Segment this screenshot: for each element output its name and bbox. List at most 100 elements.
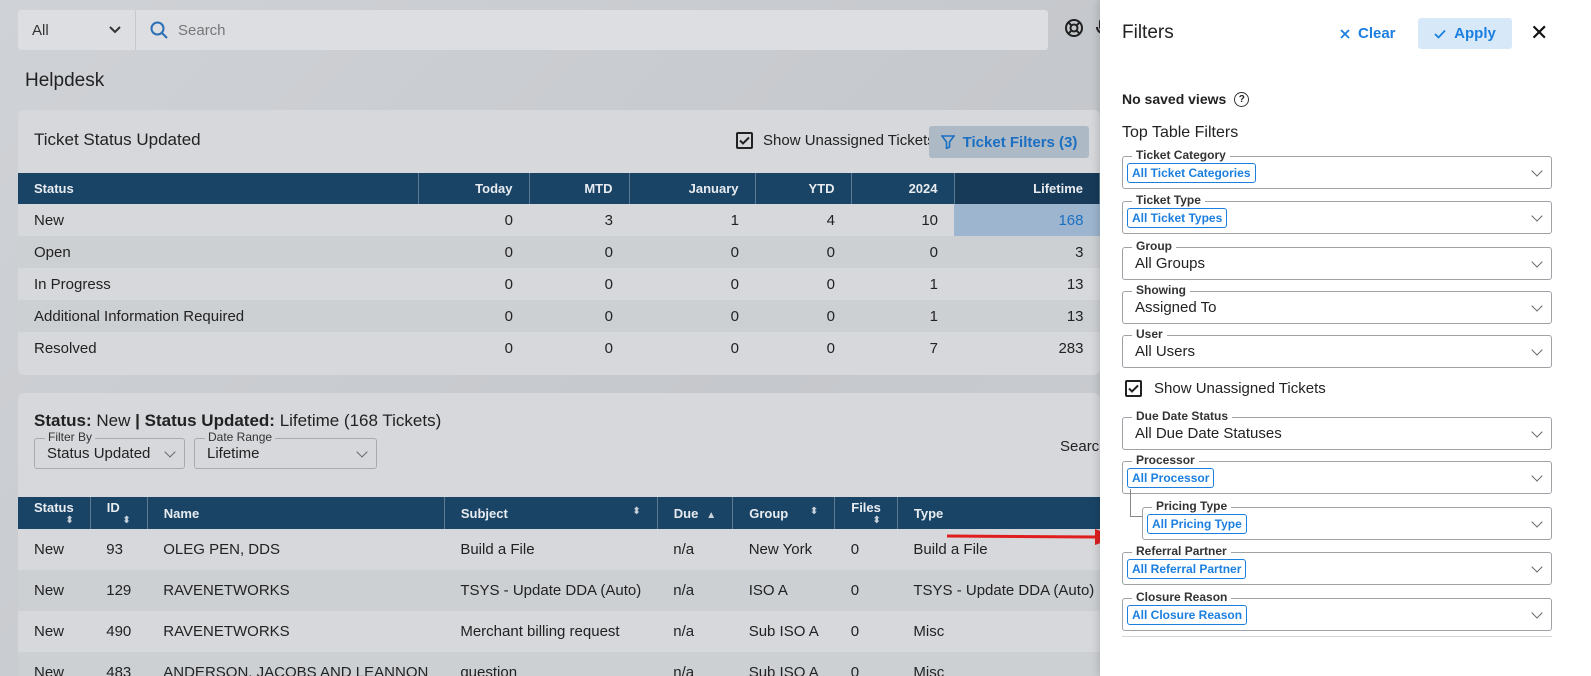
group-select[interactable]: Group All Groups [1122,239,1552,280]
count-cell[interactable]: 0 [529,300,629,332]
closure-reason-select[interactable]: Closure Reason All Closure Reason [1122,590,1552,631]
count-cell[interactable]: 0 [851,236,954,268]
column-header-name[interactable]: Name [147,497,445,529]
count-cell[interactable]: 0 [629,268,755,300]
column-header-lifetime[interactable]: Lifetime [954,173,1100,204]
count-cell[interactable]: 3 [529,204,629,236]
table-row[interactable]: New 129 RAVENETWORKS TSYS - Update DDA (… [18,570,1100,611]
due-date-status-select[interactable]: Due Date Status All Due Date Statuses [1122,409,1552,450]
clear-button[interactable]: Clear [1336,18,1400,49]
count-cell[interactable]: 0 [529,236,629,268]
count-cell[interactable]: 1 [851,268,954,300]
count-cell[interactable]: 0 [755,236,851,268]
count-cell[interactable]: 0 [755,300,851,332]
cell-due: n/a [673,623,695,640]
count-cell[interactable]: 0 [418,204,529,236]
help-icon[interactable]: ? [1234,91,1250,107]
ticket-category-chip: All Ticket Categories [1127,162,1256,183]
column-header-status[interactable]: Status [18,173,419,204]
close-icon[interactable]: ✕ [1530,22,1548,44]
count-cell[interactable]: 0 [418,268,529,300]
status-summary-table: Status Today MTD January YTD 2024 Lifeti… [18,173,1100,364]
pricing-type-select[interactable]: Pricing Type All Pricing Type [1142,499,1552,540]
user-select[interactable]: User All Users [1122,327,1552,368]
search-field[interactable]: Search [136,21,226,39]
count-cell[interactable]: 10 [851,204,954,236]
showing-select[interactable]: Showing Assigned To [1122,283,1552,324]
table-row[interactable]: New 483 ANDERSON, JACOBS AND LEANNON que… [18,652,1100,676]
column-header-id[interactable]: ID ⬍ [90,497,148,529]
filter-by-value: Status Updated [47,445,151,462]
clear-label: Clear [1358,25,1396,42]
tickets-list-title: Status: New | Status Updated: Lifetime (… [34,411,441,431]
column-header-subject[interactable]: Subject ⬍ [444,497,658,529]
search-scope-select[interactable]: All [18,10,136,50]
cell-id: 93 [106,541,123,558]
processor-select[interactable]: Processor All Processor [1122,453,1552,494]
ticket-category-select[interactable]: Ticket Category All Ticket Categories [1122,148,1552,189]
cell-due: n/a [673,541,695,558]
count-cell[interactable]: 0 [529,332,629,364]
cell-files: 0 [834,570,898,611]
ticket-status-card: Ticket Status Updated Show Unassigned Ti… [18,110,1100,375]
referral-partner-select[interactable]: Referral Partner All Referral Partner [1122,544,1552,585]
show-unassigned-label: Show Unassigned Tickets [1154,380,1326,397]
check-icon [739,136,750,145]
count-cell[interactable]: 0 [629,236,755,268]
status-cell: Resolved [34,339,97,357]
count-cell[interactable]: 13 [954,268,1100,300]
filters-drawer: Filters Clear Apply ✕ No saved views ? T… [1100,0,1591,676]
column-header-status[interactable]: Status ⬍ [18,497,91,529]
count-cell[interactable]: 0 [755,332,851,364]
table-row[interactable]: New 490 RAVENETWORKS Merchant billing re… [18,611,1100,652]
checkbox[interactable] [1125,380,1142,397]
status-cell: In Progress [34,275,111,293]
count-cell[interactable]: 1 [851,300,954,332]
count-cell[interactable]: 0 [418,332,529,364]
count-cell[interactable]: 4 [755,204,851,236]
count-cell[interactable]: 1 [629,204,755,236]
table-row[interactable]: New 93 OLEG PEN, DDS Build a File n/a Ne… [18,529,1100,570]
search-icon [150,21,168,39]
column-header-files[interactable]: Files ⬍ [834,497,898,529]
count-cell[interactable]: 3 [954,236,1100,268]
apply-button[interactable]: Apply [1418,18,1512,49]
cell-group: New York [748,541,813,558]
user-label: User [1132,327,1167,341]
ticket-filters-button[interactable]: Ticket Filters (3) [929,126,1089,158]
column-header-mtd[interactable]: MTD [529,173,630,204]
checkbox[interactable] [736,132,753,149]
count-cell[interactable]: 7 [851,332,954,364]
count-cell[interactable]: 0 [629,300,755,332]
chevron-down-icon [356,445,368,458]
filter-by-select[interactable]: Filter By Status Updated [34,430,185,469]
count-cell[interactable]: 0 [418,236,529,268]
lifebuoy-icon[interactable] [1064,18,1084,38]
cell-subject: TSYS - Update DDA (Auto) [444,570,658,611]
count-cell[interactable]: 13 [954,300,1100,332]
cell-group: Sub ISO A [748,623,819,640]
cell-due: n/a [657,652,733,676]
filter-icon [940,135,955,149]
column-header-due[interactable]: Due ▲ [657,497,734,529]
column-header-2024[interactable]: 2024 [851,173,955,204]
count-cell[interactable]: 0 [629,332,755,364]
drawer-show-unassigned-toggle[interactable]: Show Unassigned Tickets [1125,380,1326,397]
cell-group: ISO A [732,570,835,611]
count-cell[interactable]: 283 [954,332,1100,364]
date-range-select[interactable]: Date Range Lifetime [194,430,377,469]
ticket-type-select[interactable]: Ticket Type All Ticket Types [1122,193,1552,234]
title-status-label: Status: [34,411,92,430]
count-cell[interactable]: 0 [418,300,529,332]
count-cell-selected[interactable]: 168 [954,204,1100,236]
column-header-january[interactable]: January [629,173,756,204]
referral-partner-chip: All Referral Partner [1127,558,1247,579]
column-header-ytd[interactable]: YTD [755,173,852,204]
column-header-today[interactable]: Today [418,173,530,204]
column-header-group[interactable]: Group ⬍ [732,497,836,529]
cell-name: RAVENETWORKS [163,623,290,640]
show-unassigned-toggle[interactable]: Show Unassigned Tickets [736,132,935,149]
ticket-filters-label: Ticket Filters (3) [962,133,1078,151]
count-cell[interactable]: 0 [755,268,851,300]
count-cell[interactable]: 0 [529,268,629,300]
